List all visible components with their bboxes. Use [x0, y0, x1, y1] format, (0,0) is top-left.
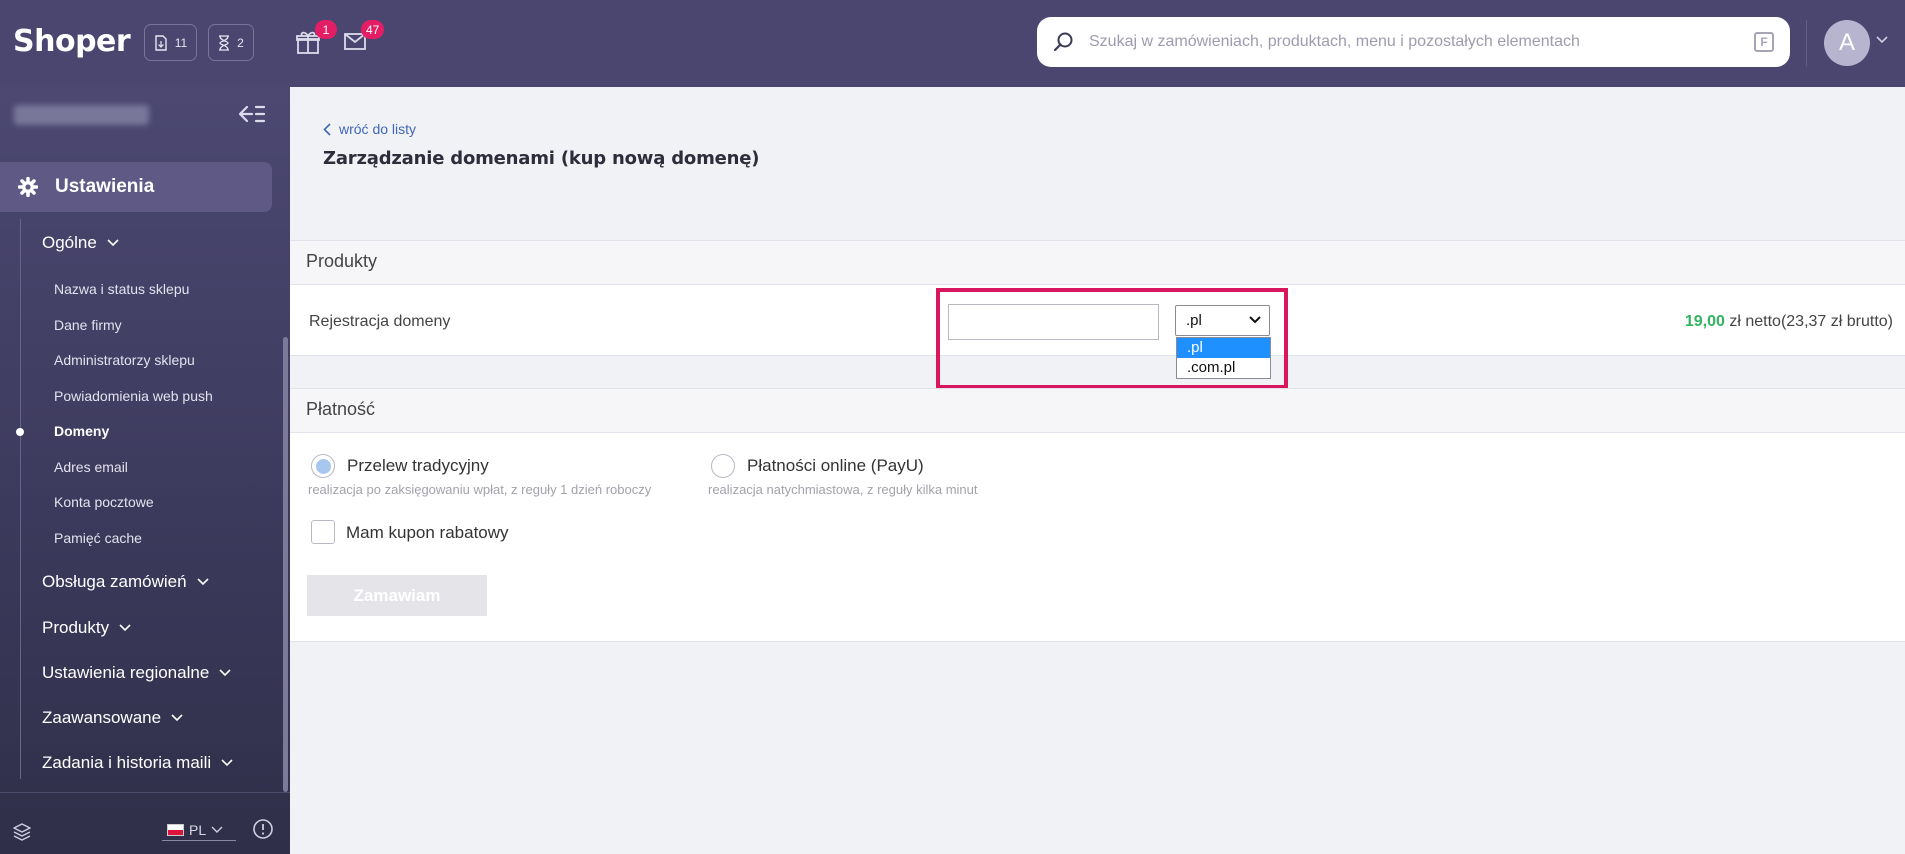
layers-icon[interactable]	[12, 822, 32, 842]
payment-option-transfer[interactable]: Przelew tradycyjny	[311, 454, 489, 478]
user-avatar[interactable]: A	[1824, 20, 1870, 66]
sidebar-item-store-name[interactable]: Nazwa i status sklepu	[54, 281, 189, 297]
flag-pl-icon	[167, 823, 184, 836]
menu-settings[interactable]: Ustawienia	[0, 162, 272, 212]
payment-option-payu-desc: realizacja natychmiastowa, z reguły kilk…	[708, 482, 978, 497]
group-tasks[interactable]: Zadania i historia maili	[42, 753, 233, 773]
domain-registration-label: Rejestracja domeny	[309, 313, 451, 330]
chevron-down-icon	[221, 759, 233, 767]
chevron-down-icon	[107, 239, 119, 247]
payment-option-transfer-desc: realizacja po zaksięgowaniu wpłat, z reg…	[308, 482, 652, 497]
language-selector[interactable]: PL	[162, 819, 236, 841]
payment-card: Płatność Przelew tradycyjny realizacja p…	[290, 388, 1905, 642]
group-advanced-label: Zaawansowane	[42, 708, 162, 727]
group-general[interactable]: Ogólne	[42, 233, 119, 253]
menu-settings-label: Ustawienia	[55, 176, 155, 197]
group-advanced[interactable]: Zaawansowane	[42, 708, 183, 728]
sidebar-item-cache[interactable]: Pamięć cache	[54, 530, 142, 546]
sidebar-item-company-data[interactable]: Dane firmy	[54, 317, 122, 333]
pending-count: 2	[237, 35, 244, 50]
group-orders-label: Obsługa zamówień	[42, 572, 187, 591]
coupon-checkbox[interactable]	[311, 520, 335, 544]
messages-badge: 47	[361, 20, 385, 39]
sidebar-scrollbar[interactable]	[283, 337, 288, 792]
top-header: Shoper 11 2 1 47 F A	[0, 0, 1905, 87]
payment-option-transfer-label: Przelew tradycyjny	[347, 456, 489, 475]
search-input[interactable]	[1089, 29, 1729, 55]
active-bullet	[16, 428, 24, 436]
sidebar-footer-divider	[0, 792, 290, 793]
page-title: Zarządzanie domenami (kup nową domenę)	[323, 148, 760, 169]
sidebar-item-administrators[interactable]: Administratorzy sklepu	[54, 352, 195, 368]
search-icon	[1053, 32, 1073, 52]
group-regional-label: Ustawienia regionalne	[42, 663, 210, 682]
shop-name[interactable]: blurred	[14, 105, 149, 125]
payment-heading: Płatność	[290, 389, 1905, 433]
back-to-list-link[interactable]: wróć do listy	[323, 121, 416, 137]
gear-icon	[18, 177, 38, 197]
search-shortcut-icon: F	[1754, 32, 1774, 52]
payment-option-payu[interactable]: Płatności online (PayU)	[711, 454, 924, 478]
payment-option-payu-label: Płatności online (PayU)	[747, 456, 924, 475]
main-content: wróć do listy Zarządzanie domenami (kup …	[290, 87, 1905, 854]
orders-count: 11	[174, 35, 188, 50]
chevron-down-icon	[197, 578, 209, 586]
hourglass-icon	[219, 34, 230, 51]
chevron-left-icon	[323, 122, 331, 136]
chevron-down-icon	[211, 826, 223, 833]
pending-counter-button[interactable]: 2	[208, 24, 254, 61]
group-products[interactable]: Produkty	[42, 618, 131, 638]
chevron-down-icon[interactable]	[1876, 36, 1888, 44]
products-heading: Produkty	[290, 241, 1905, 285]
collapse-sidebar-icon[interactable]	[238, 103, 266, 125]
chevron-down-icon	[171, 714, 183, 722]
order-button[interactable]: Zamawiam	[307, 575, 487, 616]
highlight-box	[936, 288, 1288, 389]
chevron-down-icon	[119, 624, 131, 632]
group-general-label: Ogólne	[42, 233, 97, 252]
header-divider	[1806, 20, 1807, 66]
price-label: 19,00 zł netto(23,37 zł brutto)	[1685, 313, 1893, 331]
sidebar-item-mail-accounts[interactable]: Konta pocztowe	[54, 494, 154, 510]
sidebar-item-email[interactable]: Adres email	[54, 459, 128, 475]
back-to-list-label: wróć do listy	[339, 121, 417, 137]
products-card: Produkty Rejestracja domeny .pl .pl .com…	[290, 240, 1905, 389]
chevron-down-icon	[219, 669, 231, 677]
radio-payu[interactable]	[711, 454, 735, 478]
price-net-value: 19,00	[1684, 313, 1725, 330]
gifts-badge: 1	[315, 20, 337, 39]
group-tasks-label: Zadania i historia maili	[42, 753, 212, 772]
sidebar: blurred Ustawienia Ogólne Nazwa i status…	[0, 87, 290, 854]
language-code: PL	[189, 821, 207, 838]
tree-line	[20, 219, 21, 779]
global-search: F	[1037, 17, 1790, 67]
orders-counter-button[interactable]: 11	[144, 24, 197, 61]
price-rest: zł netto(23,37 zł brutto)	[1724, 313, 1893, 330]
group-products-label: Produkty	[42, 618, 110, 637]
group-regional[interactable]: Ustawienia regionalne	[42, 663, 231, 683]
radio-transfer[interactable]	[311, 454, 335, 478]
sidebar-item-domains[interactable]: Domeny	[54, 423, 109, 439]
alert-info-icon[interactable]	[252, 818, 274, 840]
group-orders[interactable]: Obsługa zamówień	[42, 572, 209, 592]
document-icon	[155, 34, 167, 51]
shoper-logo[interactable]: Shoper	[13, 24, 131, 59]
coupon-label: Mam kupon rabatowy	[346, 523, 509, 542]
sidebar-item-web-push[interactable]: Powiadomienia web push	[54, 388, 213, 404]
